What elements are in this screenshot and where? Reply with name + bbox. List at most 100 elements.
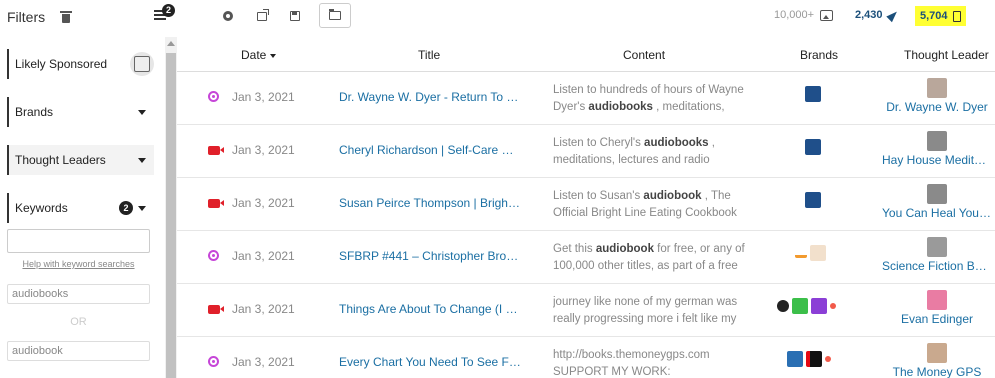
brand-logo[interactable] [805, 139, 821, 155]
keyword-input[interactable] [7, 229, 150, 253]
brand-logo[interactable] [805, 86, 821, 102]
settings-button[interactable] [221, 9, 235, 23]
scroll-up-icon[interactable] [167, 41, 175, 46]
row-content: Listen to Susan's audiobook , The Offici… [553, 188, 748, 222]
video-icon [208, 199, 224, 208]
row-content: journey like none of my german was reall… [553, 294, 748, 328]
sidebar-header: Filters [0, 0, 165, 34]
table-row[interactable]: Jan 3, 2021 Every Chart You Need To See … [177, 337, 995, 378]
money-icon [952, 10, 961, 22]
keyword-help-link[interactable]: Help with keyword searches [7, 259, 150, 269]
row-thought-leader[interactable]: Science Fiction Book Review [882, 237, 992, 273]
thought-leader-link[interactable]: Hay House Meditations [882, 153, 992, 167]
rocket-icon [885, 8, 900, 22]
keyword-chip[interactable]: audiobook [7, 341, 150, 361]
rocket-count[interactable]: 2,430 [855, 8, 900, 22]
brand-logo[interactable] [825, 356, 831, 362]
filter-keywords[interactable]: Keywords 2 [7, 193, 154, 223]
filter-brands[interactable]: Brands [7, 97, 154, 127]
column-header-label: Date [241, 48, 267, 62]
sidebar-scrollbar[interactable] [165, 37, 177, 378]
row-title-link[interactable]: Things Are About To Change (I Faile… [339, 302, 523, 316]
avatar [927, 78, 947, 98]
content-text: journey like none of my german was reall… [553, 296, 738, 325]
table-row[interactable]: Jan 3, 2021 Dr. Wayne W. Dyer - Return T… [177, 72, 995, 125]
folder-open-icon [329, 9, 341, 20]
podcast-icon [208, 91, 219, 102]
keyword-or-label: OR [70, 316, 87, 328]
thought-leader-link[interactable]: Science Fiction Book Review [882, 259, 992, 273]
table-header: Date Title Content Brands Thought Leader [177, 37, 995, 72]
brand-logo[interactable] [810, 245, 826, 261]
brand-logo[interactable] [805, 192, 821, 208]
row-thought-leader[interactable]: You Can Heal Your Life [882, 184, 992, 220]
column-header-date[interactable]: Date [241, 48, 277, 62]
caret-down-icon [138, 158, 146, 163]
column-header-title[interactable]: Title [418, 48, 440, 62]
row-title-link[interactable]: Susan Peirce Thompson | Bright lin… [339, 196, 523, 210]
row-content: http://books.themoneygps.com SUPPORT MY … [553, 347, 748, 378]
brand-logo[interactable] [830, 303, 836, 309]
checkbox-icon [134, 56, 150, 72]
row-date: Jan 3, 2021 [232, 249, 295, 263]
thought-leader-link[interactable]: Evan Edinger [882, 312, 992, 326]
open-folder-button[interactable] [319, 3, 351, 28]
column-header-content[interactable]: Content [623, 48, 665, 62]
save-button[interactable] [288, 9, 302, 23]
row-brands [805, 86, 821, 102]
row-thought-leader[interactable]: Hay House Meditations [882, 131, 992, 167]
brand-logo[interactable] [811, 298, 827, 314]
thought-leader-link[interactable]: The Money GPS [882, 365, 992, 378]
avatar [927, 184, 947, 204]
row-date: Jan 3, 2021 [232, 355, 295, 369]
row-thought-leader[interactable]: Dr. Wayne W. Dyer [882, 78, 992, 114]
row-title-link[interactable]: Every Chart You Need To See For 2… [339, 355, 523, 369]
likely-sponsored-toggle[interactable] [130, 52, 154, 76]
column-header-brands[interactable]: Brands [800, 48, 838, 62]
content-keyword: audiobook [595, 243, 654, 255]
table-row[interactable]: Jan 3, 2021 Cheryl Richardson | Self-Car… [177, 125, 995, 178]
brand-logo[interactable] [787, 351, 803, 367]
row-thought-leader[interactable]: Evan Edinger [882, 290, 992, 326]
image-icon [820, 9, 834, 21]
filter-label: Keywords [15, 201, 68, 215]
caret-down-icon [138, 110, 146, 115]
brand-logo[interactable] [777, 300, 789, 312]
menu-count-badge: 2 [162, 4, 175, 17]
row-date: Jan 3, 2021 [232, 143, 295, 157]
video-icon [208, 305, 224, 314]
filter-likely-sponsored[interactable]: Likely Sponsored [7, 49, 154, 79]
thought-leader-link[interactable]: Dr. Wayne W. Dyer [882, 100, 992, 114]
table-row[interactable]: Jan 3, 2021 SFBRP #441 – Christopher Bro… [177, 231, 995, 284]
row-thought-leader[interactable]: The Money GPS [882, 343, 992, 378]
brand-logo[interactable] [792, 298, 808, 314]
share-button[interactable] [255, 8, 269, 23]
brand-logo[interactable] [806, 351, 822, 367]
thought-leader-link[interactable]: You Can Heal Your Life [882, 206, 992, 220]
row-brands [805, 192, 821, 208]
money-count[interactable]: 5,704 [915, 6, 966, 26]
trash-icon[interactable] [60, 11, 73, 23]
row-content: Get this audiobook for free, or any of 1… [553, 241, 748, 275]
content-keyword: audiobook [643, 190, 702, 202]
gear-icon [223, 11, 233, 21]
save-icon [290, 11, 300, 21]
scroll-thumb[interactable] [166, 53, 176, 378]
column-header-thought-leader[interactable]: Thought Leader [904, 48, 989, 62]
row-title-link[interactable]: SFBRP #441 – Christopher Brookm… [339, 249, 523, 263]
table-row[interactable]: Jan 3, 2021 Susan Peirce Thompson | Brig… [177, 178, 995, 231]
filter-thought-leaders[interactable]: Thought Leaders [7, 145, 154, 175]
filter-label: Thought Leaders [15, 153, 106, 167]
images-count[interactable]: 10,000+ [774, 9, 834, 21]
content-text: Get this [553, 243, 596, 255]
table-row[interactable]: Jan 3, 2021 Things Are About To Change (… [177, 284, 995, 337]
keyword-chip[interactable]: audiobooks [7, 284, 150, 304]
row-title-link[interactable]: Cheryl Richardson | Self-Care Medi… [339, 143, 523, 157]
brand-logo[interactable] [795, 248, 807, 258]
row-brands [777, 298, 836, 314]
row-date: Jan 3, 2021 [232, 90, 295, 104]
row-date: Jan 3, 2021 [232, 302, 295, 316]
results-table: Date Title Content Brands Thought Leader… [177, 37, 995, 378]
row-title-link[interactable]: Dr. Wayne W. Dyer - Return To Spirit [339, 90, 523, 104]
avatar [927, 290, 947, 310]
